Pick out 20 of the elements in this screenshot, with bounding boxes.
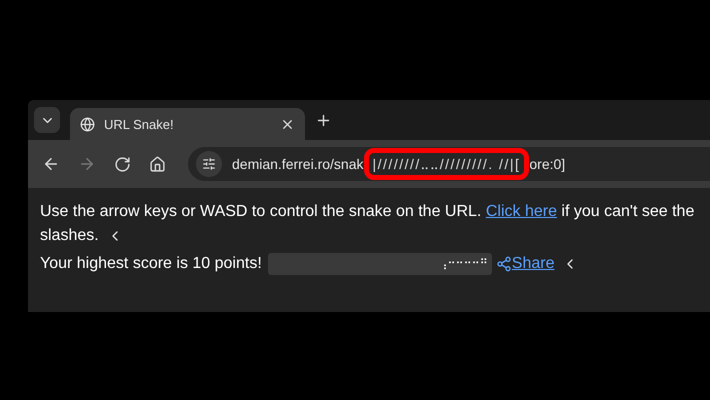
instructions-text: Use the arrow keys or WASD to control the snake on the URL. Click here if you can't see the [40,202,694,222]
click-here-link[interactable]: Click here [486,203,557,220]
share-link[interactable]: Share [512,252,554,276]
home-button[interactable] [149,156,166,172]
url-text: demian.ferrei.ro/snak [232,156,364,172]
highlighted-url-text: |////////‥‥/////////. //|[ [364,148,530,180]
share-icon [496,256,512,272]
reload-button[interactable] [114,156,131,172]
site-settings-button[interactable] [196,151,222,177]
url-text: ore:0] [529,156,566,172]
tab-title: URL Snake! [104,116,175,132]
back-button[interactable] [42,155,60,173]
tab-search-button[interactable] [34,107,60,133]
settings-icon [202,157,216,171]
globe-icon [80,116,95,132]
instructions-text: slashes. [40,226,99,246]
snake-preview: ⢠⠒⠒⠒⠒⠛ [268,253,492,275]
score-text: Your highest score is 10 points! [40,254,262,274]
address-bar[interactable]: demian.ferrei.ro/snak |////////‥‥/////////. //|[ ore:0] [188,147,710,181]
browser-tab[interactable]: URL Snake! [70,108,305,140]
